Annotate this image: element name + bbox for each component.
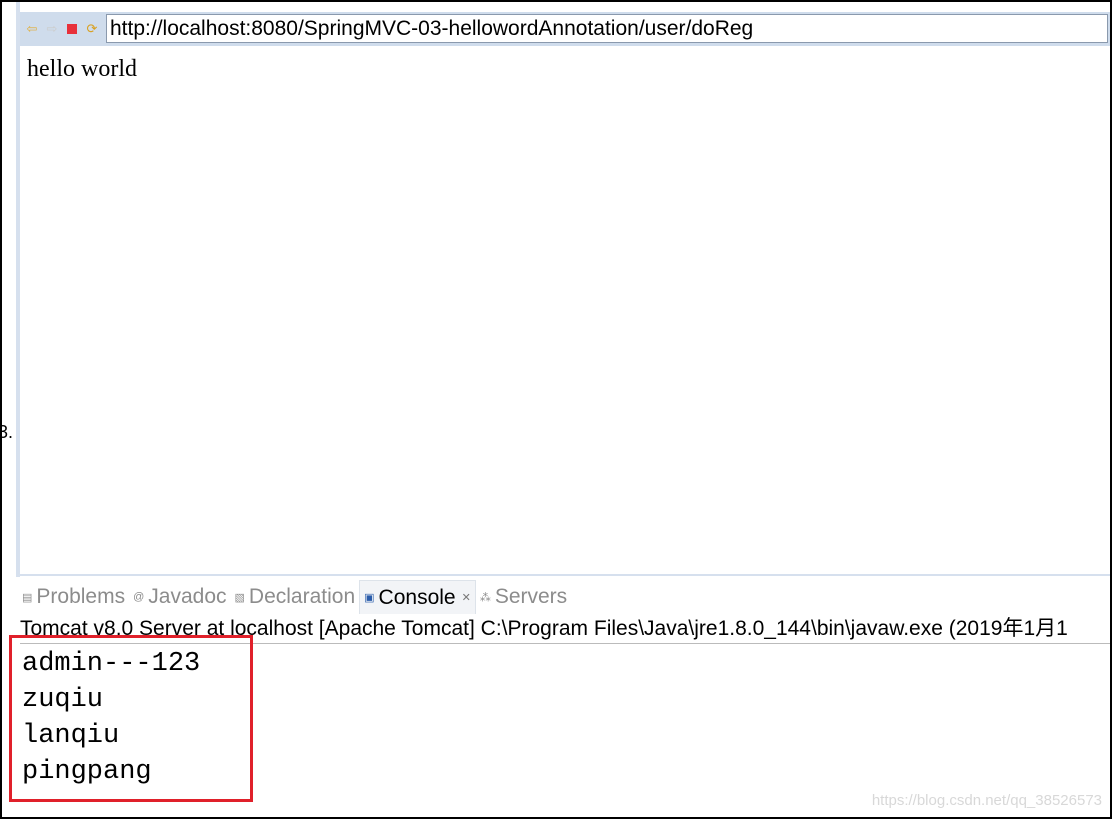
- servers-icon: ⁂: [479, 591, 491, 604]
- page-content: hello world: [27, 56, 137, 82]
- tab-label: Javadoc: [148, 585, 227, 608]
- stop-icon[interactable]: [64, 21, 80, 37]
- tab-problems[interactable]: ▤ Problems: [18, 580, 129, 614]
- tab-label: Servers: [494, 585, 568, 608]
- browser-page: hello world: [20, 46, 1110, 576]
- tab-label: Console: [378, 585, 456, 609]
- forward-icon[interactable]: ⇨: [44, 21, 60, 37]
- javadoc-icon: @: [133, 591, 145, 603]
- panel-tabs: ▤ Problems @ Javadoc ▧ Declaration ▣ Console…: [18, 580, 1110, 614]
- browser-toolbar: ⇦ ⇨ ⟳ http://localhost:8080/SpringMVC-03…: [20, 12, 1110, 46]
- tab-label: Problems: [36, 585, 126, 608]
- tab-declaration[interactable]: ▧ Declaration: [231, 580, 360, 614]
- problems-icon: ▤: [22, 591, 33, 604]
- back-icon[interactable]: ⇦: [24, 21, 40, 37]
- watermark: https://blog.csdn.net/qq_38526573: [871, 792, 1102, 809]
- refresh-icon[interactable]: ⟳: [84, 21, 100, 37]
- tab-servers[interactable]: ⁂ Servers: [476, 580, 571, 614]
- declaration-icon: ▧: [234, 591, 245, 604]
- console-icon: ▣: [364, 592, 375, 604]
- tab-label: Declaration: [248, 585, 356, 608]
- tab-javadoc[interactable]: @ Javadoc: [129, 580, 230, 614]
- url-input[interactable]: http://localhost:8080/SpringMVC-03-hello…: [106, 14, 1108, 43]
- tab-console[interactable]: ▣ Console ✕: [359, 580, 476, 614]
- highlight-box: [9, 635, 253, 802]
- close-icon[interactable]: ✕: [462, 591, 471, 604]
- stray-text: 3.: [0, 422, 14, 442]
